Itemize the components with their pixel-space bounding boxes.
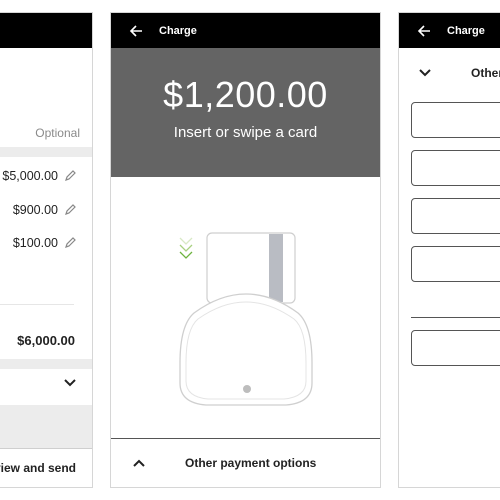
other-payment-options-label: Other payment options: [471, 66, 500, 80]
payment-option-button[interactable]: [411, 198, 500, 234]
pencil-icon[interactable]: [64, 237, 76, 249]
payment-option-button[interactable]: [411, 246, 500, 282]
pencil-icon[interactable]: [64, 170, 76, 182]
other-payment-options-screen: Charge Other payment options R Request: [398, 12, 500, 488]
invoice-screen: Optional $5,000.00 $900.00 $100.00 $6,00…: [0, 12, 93, 488]
line-item-amount: $900.00: [12, 203, 58, 217]
back-arrow-icon[interactable]: [129, 24, 143, 38]
other-payment-options-label: Other payment options: [185, 456, 317, 470]
divider: [0, 304, 74, 305]
line-item[interactable]: $5,000.00: [2, 169, 76, 183]
reader-device-icon: [179, 293, 313, 406]
line-item[interactable]: $900.00: [13, 203, 76, 217]
instruction-text: Insert or swipe a card: [173, 124, 318, 141]
line-item-amount: $100.00: [12, 236, 58, 250]
top-app-bar: Charge: [399, 13, 500, 48]
review-and-send-button[interactable]: Review and send: [0, 448, 92, 487]
section-divider: [0, 147, 92, 157]
gray-area: [0, 405, 92, 451]
pencil-icon[interactable]: [64, 204, 76, 216]
card-reader-illustration: [179, 232, 313, 406]
divider: [411, 317, 500, 318]
optional-label: Optional: [35, 126, 80, 140]
line-item[interactable]: $100.00: [13, 236, 76, 250]
card-icon: [206, 232, 296, 304]
back-arrow-icon[interactable]: [417, 24, 431, 38]
section-divider: [0, 359, 92, 369]
chevron-up-icon: [133, 459, 145, 467]
total-amount: $6,000.00: [17, 333, 75, 348]
other-payment-options-toggle[interactable]: Other payment options: [111, 438, 380, 487]
amount-banner: $1,200.00 Insert or swipe a card: [111, 48, 380, 177]
header-title: Charge: [159, 24, 197, 37]
charge-amount: $1,200.00: [163, 74, 328, 115]
insert-arrows-icon: [179, 237, 193, 259]
chevron-down-icon[interactable]: [64, 379, 76, 387]
chevron-down-icon: [419, 69, 431, 77]
line-item-amount: $5,000.00: [2, 169, 58, 183]
charge-screen: Charge $1,200.00 Insert or swipe a card …: [110, 12, 381, 488]
header-title: Charge: [447, 24, 485, 37]
payment-option-button[interactable]: R: [411, 150, 500, 186]
payment-option-button[interactable]: [411, 102, 500, 138]
other-payment-options-toggle[interactable]: Other payment options: [399, 48, 500, 98]
top-app-bar: Charge: [111, 13, 380, 48]
top-app-bar: [0, 13, 92, 48]
request-button[interactable]: Request: [411, 330, 500, 366]
